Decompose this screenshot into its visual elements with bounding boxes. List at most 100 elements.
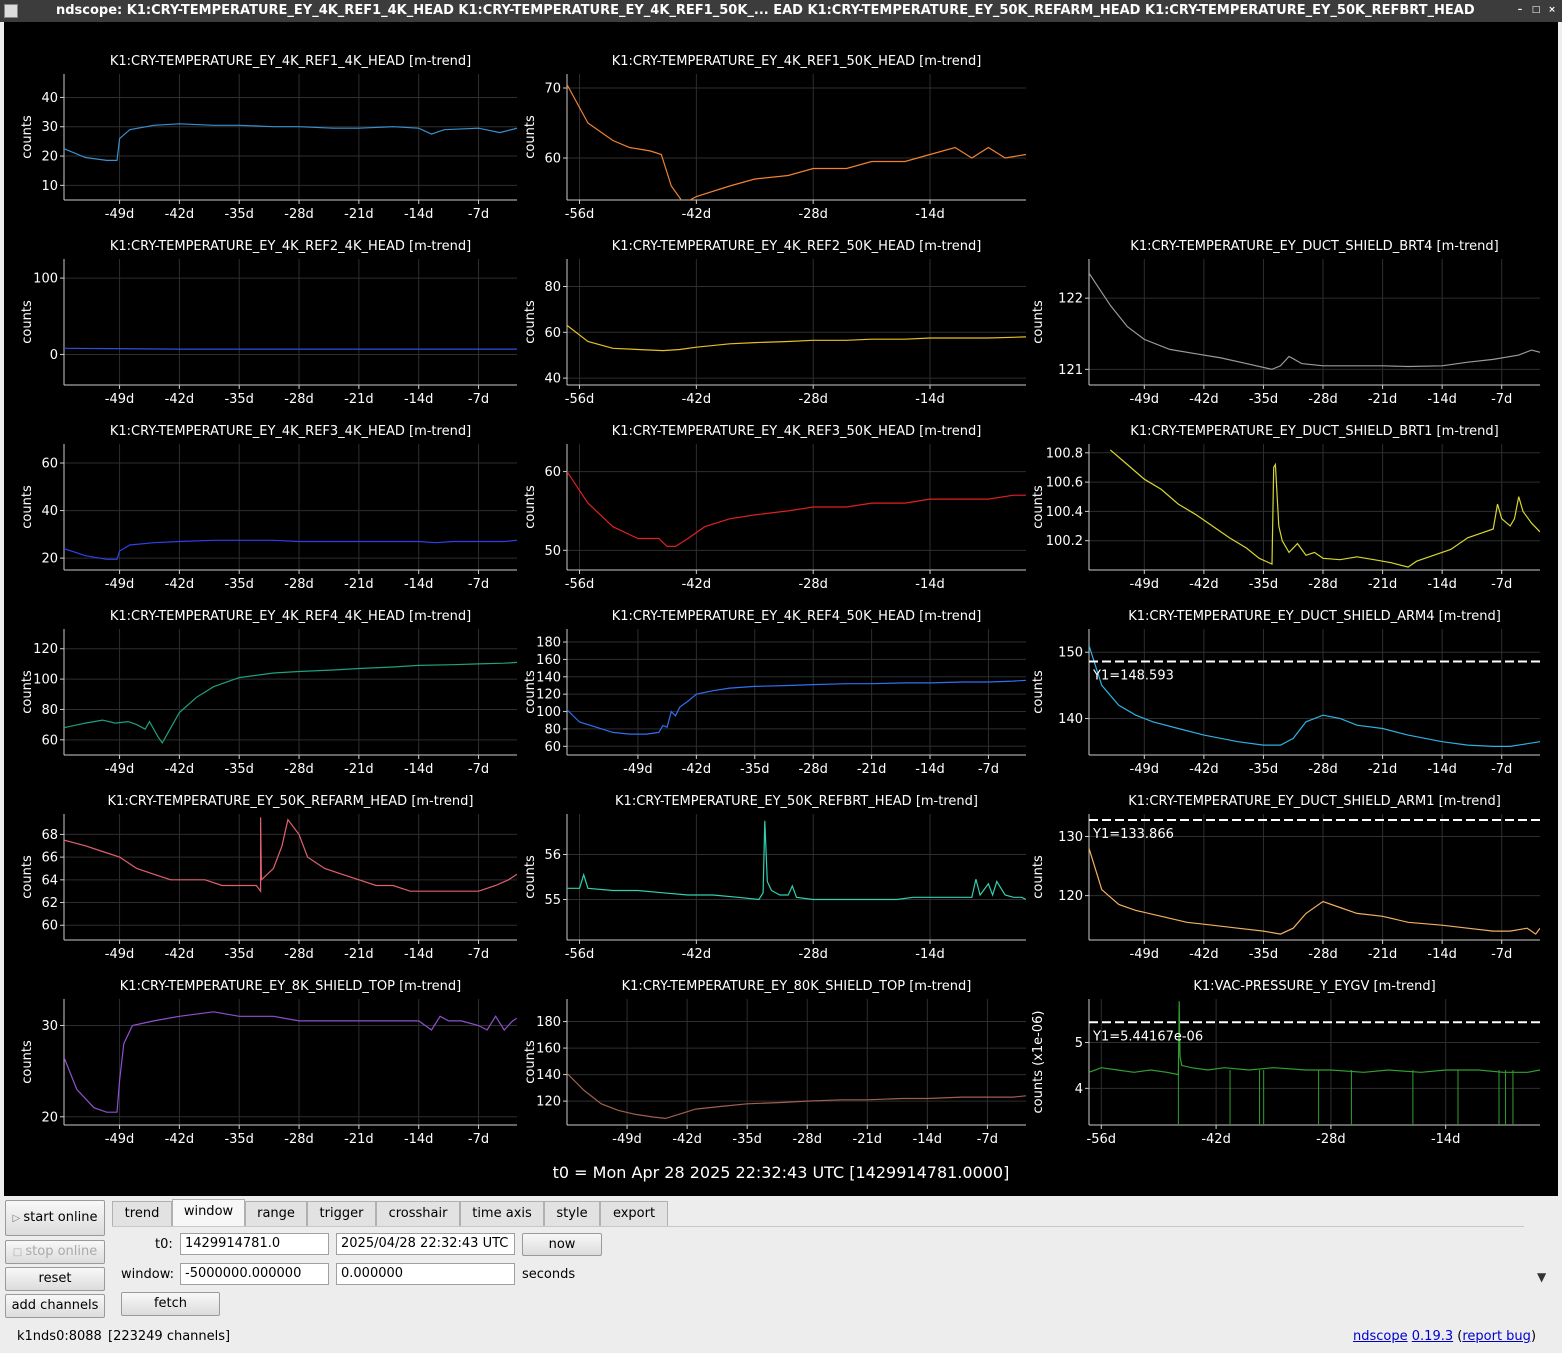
x-tick-label: -49d bbox=[1130, 392, 1160, 407]
x-tick-label: -28d bbox=[284, 392, 314, 407]
x-tick-label: -42d bbox=[682, 577, 712, 592]
y-tick-label: 62 bbox=[41, 896, 58, 911]
y-tick-label: 30 bbox=[41, 120, 58, 135]
x-tick-label: -14d bbox=[404, 577, 434, 592]
tab-trigger[interactable]: trigger bbox=[307, 1201, 376, 1227]
y-tick-label: 20 bbox=[41, 1110, 58, 1125]
plot-k1-cry-temperature-ey-4k-ref2-4k-head[interactable]: K1:CRY-TEMPERATURE_EY_4K_REF2_4K_HEAD [m… bbox=[20, 239, 517, 407]
plot-k1-vac-pressure-y-eygv[interactable]: K1:VAC-PRESSURE_Y_EYGV [m-trend] -56d -42d… bbox=[1031, 979, 1540, 1147]
ndscope-link[interactable]: ndscope bbox=[1353, 1329, 1408, 1344]
tab-window[interactable]: window bbox=[172, 1199, 245, 1227]
x-tick-label: -42d bbox=[1189, 577, 1219, 592]
plot-title: K1:CRY-TEMPERATURE_EY_4K_REF2_4K_HEAD [m… bbox=[110, 239, 471, 254]
x-tick-label: -28d bbox=[284, 1132, 314, 1147]
y-tick-label: 0 bbox=[50, 348, 58, 363]
x-tick-label: -21d bbox=[1368, 947, 1398, 962]
plot-k1-cry-temperature-ey-4k-ref3-4k-head[interactable]: K1:CRY-TEMPERATURE_EY_4K_REF3_4K_HEAD [m… bbox=[20, 424, 517, 592]
tab-trend[interactable]: trend bbox=[112, 1201, 172, 1227]
y-tick-label: 66 bbox=[41, 851, 58, 866]
tab-style[interactable]: style bbox=[544, 1201, 600, 1227]
plot-k1-cry-temperature-ey-4k-ref1-50k-head[interactable]: K1:CRY-TEMPERATURE_EY_4K_REF1_50K_HEAD [… bbox=[523, 54, 1026, 222]
expand-arrow-icon[interactable]: ▼ bbox=[1537, 1270, 1546, 1284]
fetch-button[interactable]: fetch bbox=[121, 1292, 220, 1316]
x-tick-label: -14d bbox=[1427, 577, 1457, 592]
x-tick-label: -28d bbox=[798, 947, 828, 962]
tab-export[interactable]: export bbox=[600, 1201, 668, 1227]
version-link[interactable]: 0.19.3 bbox=[1412, 1329, 1453, 1344]
tab-range[interactable]: range bbox=[245, 1201, 307, 1227]
x-tick-label: -14d bbox=[1431, 1132, 1461, 1147]
x-tick-label: -7d bbox=[468, 207, 489, 222]
t0-gps-input[interactable]: 1429914781.0 bbox=[180, 1233, 329, 1255]
x-tick-label: -42d bbox=[165, 392, 195, 407]
y-tick-label: 140 bbox=[536, 670, 561, 685]
plot-k1-cry-temperature-ey-50k-refarm-head[interactable]: K1:CRY-TEMPERATURE_EY_50K_REFARM_HEAD [m… bbox=[20, 794, 517, 962]
channel-count: [223249 channels] bbox=[108, 1329, 231, 1344]
y-tick-label: 120 bbox=[536, 1095, 561, 1110]
y-tick-label: 140 bbox=[536, 1068, 561, 1083]
paren-close: ) bbox=[1530, 1329, 1537, 1344]
x-tick-label: -42d bbox=[165, 947, 195, 962]
x-tick-label: -35d bbox=[740, 762, 770, 777]
x-tick-label: -14d bbox=[913, 1132, 943, 1147]
play-icon: ▷ bbox=[12, 1213, 24, 1224]
y-tick-label: 60 bbox=[544, 465, 561, 480]
y-axis-label: counts bbox=[1031, 300, 1046, 344]
stop-online-label: stop online bbox=[25, 1244, 98, 1259]
x-tick-label: -56d bbox=[565, 207, 595, 222]
series-line bbox=[64, 1011, 517, 1113]
y-axis-label: counts bbox=[1031, 485, 1046, 529]
start-online-button[interactable]: ▷ start online bbox=[5, 1200, 105, 1236]
y-tick-label: 100 bbox=[33, 272, 58, 287]
now-button[interactable]: now bbox=[522, 1233, 602, 1256]
plot-k1-cry-temperature-ey-duct-shield-arm1[interactable]: K1:CRY-TEMPERATURE_EY_DUCT_SHIELD_ARM1 [… bbox=[1031, 794, 1540, 962]
x-tick-label: -56d bbox=[565, 392, 595, 407]
plot-k1-cry-temperature-ey-4k-ref4-50k-head[interactable]: K1:CRY-TEMPERATURE_EY_4K_REF4_50K_HEAD [… bbox=[523, 609, 1026, 777]
x-tick-label: -28d bbox=[1308, 762, 1338, 777]
x-tick-label: -42d bbox=[682, 392, 712, 407]
plot-k1-cry-temperature-ey-8k-shield-top[interactable]: K1:CRY-TEMPERATURE_EY_8K_SHIELD_TOP [m-t… bbox=[20, 979, 517, 1147]
plot-area: K1:CRY-TEMPERATURE_EY_4K_REF1_4K_HEAD [m… bbox=[4, 22, 1558, 1196]
y-tick-label: 50 bbox=[544, 544, 561, 559]
add-channels-button[interactable]: add channels bbox=[5, 1294, 105, 1318]
series-line bbox=[64, 347, 517, 350]
x-tick-label: -49d bbox=[105, 762, 135, 777]
x-tick-label: -14d bbox=[404, 947, 434, 962]
maximize-icon[interactable]: □ bbox=[1530, 4, 1542, 16]
app-icon bbox=[4, 4, 18, 18]
x-tick-label: -21d bbox=[344, 577, 374, 592]
reset-button[interactable]: reset bbox=[5, 1267, 105, 1291]
tab-time-axis[interactable]: time axis bbox=[460, 1201, 544, 1227]
plot-k1-cry-temperature-ey-4k-ref2-50k-head[interactable]: K1:CRY-TEMPERATURE_EY_4K_REF2_50K_HEAD [… bbox=[523, 239, 1026, 407]
plot-title: K1:CRY-TEMPERATURE_EY_4K_REF3_50K_HEAD [… bbox=[612, 424, 982, 439]
x-tick-label: -14d bbox=[915, 762, 945, 777]
plot-k1-cry-temperature-ey-50k-refbrt-head[interactable]: K1:CRY-TEMPERATURE_EY_50K_REFBRT_HEAD [m… bbox=[523, 794, 1026, 962]
x-tick-label: -7d bbox=[1491, 392, 1512, 407]
x-tick-label: -49d bbox=[105, 947, 135, 962]
y-tick-label: 55 bbox=[544, 893, 561, 908]
window-end-input[interactable]: 0.000000 bbox=[336, 1263, 515, 1285]
x-tick-label: -28d bbox=[798, 762, 828, 777]
plot-k1-cry-temperature-ey-4k-ref1-4k-head[interactable]: K1:CRY-TEMPERATURE_EY_4K_REF1_4K_HEAD [m… bbox=[20, 54, 517, 222]
x-tick-label: -56d bbox=[1087, 1132, 1117, 1147]
y-tick-label: 20 bbox=[41, 552, 58, 567]
plot-k1-cry-temperature-ey-duct-shield-arm4[interactable]: K1:CRY-TEMPERATURE_EY_DUCT_SHIELD_ARM4 [… bbox=[1031, 609, 1540, 777]
close-icon[interactable]: × bbox=[1546, 4, 1558, 16]
x-tick-label: -14d bbox=[915, 577, 945, 592]
report-bug-link[interactable]: report bug bbox=[1462, 1329, 1531, 1344]
plot-k1-cry-temperature-ey-80k-shield-top[interactable]: K1:CRY-TEMPERATURE_EY_80K_SHIELD_TOP [m-… bbox=[523, 979, 1026, 1147]
minimize-icon[interactable]: – bbox=[1514, 4, 1526, 16]
plot-title: K1:CRY-TEMPERATURE_EY_4K_REF4_50K_HEAD [… bbox=[612, 609, 982, 624]
window-start-input[interactable]: -5000000.000000 bbox=[180, 1263, 329, 1285]
plot-k1-cry-temperature-ey-4k-ref4-4k-head[interactable]: K1:CRY-TEMPERATURE_EY_4K_REF4_4K_HEAD [m… bbox=[20, 609, 517, 777]
stop-online-button[interactable]: □ stop online bbox=[5, 1240, 105, 1264]
tab-crosshair[interactable]: crosshair bbox=[376, 1201, 460, 1227]
plot-k1-cry-temperature-ey-duct-shield-brt1[interactable]: K1:CRY-TEMPERATURE_EY_DUCT_SHIELD_BRT1 [… bbox=[1031, 424, 1540, 592]
plot-k1-cry-temperature-ey-4k-ref3-50k-head[interactable]: K1:CRY-TEMPERATURE_EY_4K_REF3_50K_HEAD [… bbox=[523, 424, 1026, 592]
series-line bbox=[1109, 449, 1540, 568]
t0-utc-input[interactable]: 2025/04/28 22:32:43 UTC bbox=[336, 1233, 515, 1255]
series-line bbox=[567, 324, 1026, 352]
y-tick-label: 121 bbox=[1058, 363, 1083, 378]
plot-k1-cry-temperature-ey-duct-shield-brt4[interactable]: K1:CRY-TEMPERATURE_EY_DUCT_SHIELD_BRT4 [… bbox=[1031, 239, 1540, 407]
x-tick-label: -28d bbox=[284, 207, 314, 222]
